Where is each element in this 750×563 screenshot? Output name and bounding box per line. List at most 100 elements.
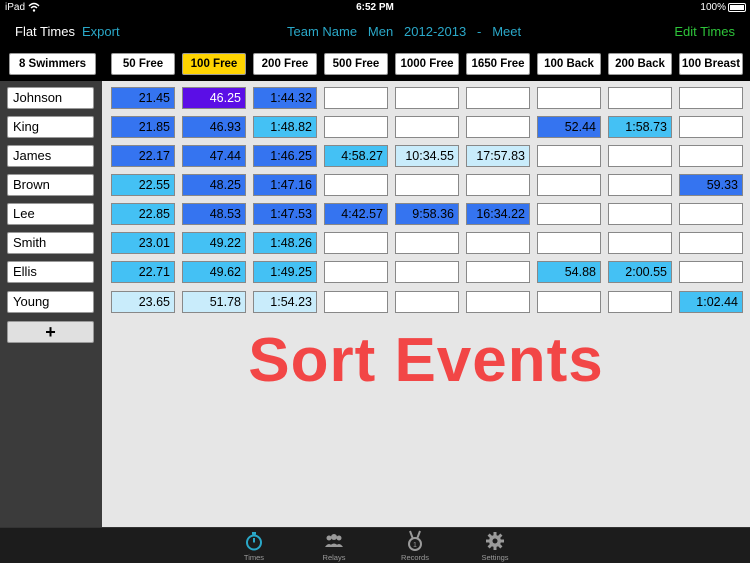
event-header-100-breast[interactable]: 100 Breast	[679, 53, 743, 75]
event-header-500-free[interactable]: 500 Free	[324, 53, 388, 75]
time-cell[interactable]: 4:42.57	[324, 203, 388, 225]
time-cell[interactable]: 22.55	[111, 174, 175, 196]
time-cell[interactable]: 48.25	[182, 174, 246, 196]
time-cell[interactable]: 48.53	[182, 203, 246, 225]
time-cell[interactable]: 22.71	[111, 261, 175, 283]
time-cell[interactable]: 22.85	[111, 203, 175, 225]
export-button[interactable]: Export	[82, 24, 120, 39]
time-cell[interactable]	[537, 145, 601, 167]
time-cell[interactable]	[466, 261, 530, 283]
time-cell[interactable]	[608, 174, 672, 196]
swimmer-name-brown[interactable]: Brown	[7, 174, 94, 196]
time-cell[interactable]	[608, 145, 672, 167]
time-cell[interactable]	[537, 232, 601, 254]
time-cell[interactable]	[679, 261, 743, 283]
time-cell[interactable]: 2:00.55	[608, 261, 672, 283]
tab-label: Relays	[322, 553, 346, 562]
tab-relays[interactable]: Relays	[304, 528, 364, 563]
time-cell[interactable]: 49.22	[182, 232, 246, 254]
swimmer-name-ellis[interactable]: Ellis	[7, 261, 94, 283]
time-cell[interactable]: 52.44	[537, 116, 601, 138]
time-cell[interactable]	[608, 291, 672, 313]
time-cell[interactable]	[466, 87, 530, 109]
time-cell[interactable]: 23.01	[111, 232, 175, 254]
swimmer-name-young[interactable]: Young	[7, 291, 94, 313]
time-cell[interactable]	[466, 291, 530, 313]
time-cell[interactable]	[395, 291, 459, 313]
time-cell[interactable]: 22.17	[111, 145, 175, 167]
time-cell[interactable]	[679, 145, 743, 167]
event-header-200-free[interactable]: 200 Free	[253, 53, 317, 75]
time-cell[interactable]: 16:34.22	[466, 203, 530, 225]
time-cell[interactable]: 1:46.25	[253, 145, 317, 167]
time-cell[interactable]	[537, 87, 601, 109]
time-cell[interactable]	[324, 174, 388, 196]
time-cell[interactable]	[466, 174, 530, 196]
swimmer-name-smith[interactable]: Smith	[7, 232, 94, 254]
time-cell[interactable]: 17:57.83	[466, 145, 530, 167]
event-header-100-back[interactable]: 100 Back	[537, 53, 601, 75]
event-header-100-free[interactable]: 100 Free	[182, 53, 246, 75]
time-cell[interactable]	[608, 232, 672, 254]
time-cell[interactable]: 1:48.82	[253, 116, 317, 138]
event-header-1650-free[interactable]: 1650 Free	[466, 53, 530, 75]
time-cell[interactable]	[679, 203, 743, 225]
time-cell[interactable]	[537, 174, 601, 196]
time-cell[interactable]: 1:48.26	[253, 232, 317, 254]
time-cell[interactable]	[679, 232, 743, 254]
add-swimmer-button[interactable]: +	[7, 321, 94, 343]
time-cell[interactable]	[324, 116, 388, 138]
status-time: 6:52 PM	[356, 2, 394, 13]
time-cell[interactable]: 1:44.32	[253, 87, 317, 109]
swimmer-name-johnson[interactable]: Johnson	[7, 87, 94, 109]
time-cell[interactable]	[679, 87, 743, 109]
swimmer-count-button[interactable]: 8 Swimmers	[9, 53, 96, 75]
time-cell[interactable]	[466, 232, 530, 254]
time-cell[interactable]	[324, 232, 388, 254]
time-cell[interactable]	[608, 87, 672, 109]
time-cell[interactable]: 4:58.27	[324, 145, 388, 167]
time-cell[interactable]: 54.88	[537, 261, 601, 283]
tab-bar: Times Relays 1 Records Settings	[0, 527, 750, 563]
time-cell[interactable]: 59.33	[679, 174, 743, 196]
time-cell[interactable]	[324, 261, 388, 283]
time-cell[interactable]: 46.93	[182, 116, 246, 138]
time-cell[interactable]: 49.62	[182, 261, 246, 283]
event-header-50-free[interactable]: 50 Free	[111, 53, 175, 75]
tab-records[interactable]: 1 Records	[385, 528, 445, 563]
swimmer-name-lee[interactable]: Lee	[7, 203, 94, 225]
time-cell[interactable]: 1:47.16	[253, 174, 317, 196]
time-cell[interactable]	[395, 116, 459, 138]
time-cell[interactable]: 21.85	[111, 116, 175, 138]
time-cell[interactable]: 1:58.73	[608, 116, 672, 138]
time-cell[interactable]: 47.44	[182, 145, 246, 167]
time-cell[interactable]: 23.65	[111, 291, 175, 313]
time-cell[interactable]: 9:58.36	[395, 203, 459, 225]
time-cell[interactable]: 1:54.23	[253, 291, 317, 313]
tab-settings[interactable]: Settings	[465, 528, 525, 563]
time-cell[interactable]	[395, 174, 459, 196]
time-cell[interactable]	[608, 203, 672, 225]
time-cell[interactable]: 10:34.55	[395, 145, 459, 167]
swimmer-name-king[interactable]: King	[7, 116, 94, 138]
time-cell[interactable]	[324, 87, 388, 109]
time-cell[interactable]: 1:47.53	[253, 203, 317, 225]
time-cell[interactable]	[324, 291, 388, 313]
time-cell[interactable]: 1:02.44	[679, 291, 743, 313]
time-cell[interactable]	[395, 232, 459, 254]
event-header-200-back[interactable]: 200 Back	[608, 53, 672, 75]
time-cell[interactable]	[395, 261, 459, 283]
time-cell[interactable]	[537, 291, 601, 313]
tab-times[interactable]: Times	[224, 528, 284, 563]
time-cell[interactable]: 46.25	[182, 87, 246, 109]
time-cell[interactable]: 51.78	[182, 291, 246, 313]
edit-times-button[interactable]: Edit Times	[674, 24, 735, 39]
time-cell[interactable]	[466, 116, 530, 138]
event-header-1000-free[interactable]: 1000 Free	[395, 53, 459, 75]
time-cell[interactable]: 21.45	[111, 87, 175, 109]
time-cell[interactable]: 1:49.25	[253, 261, 317, 283]
time-cell[interactable]	[537, 203, 601, 225]
time-cell[interactable]	[395, 87, 459, 109]
time-cell[interactable]	[679, 116, 743, 138]
swimmer-name-james[interactable]: James	[7, 145, 94, 167]
